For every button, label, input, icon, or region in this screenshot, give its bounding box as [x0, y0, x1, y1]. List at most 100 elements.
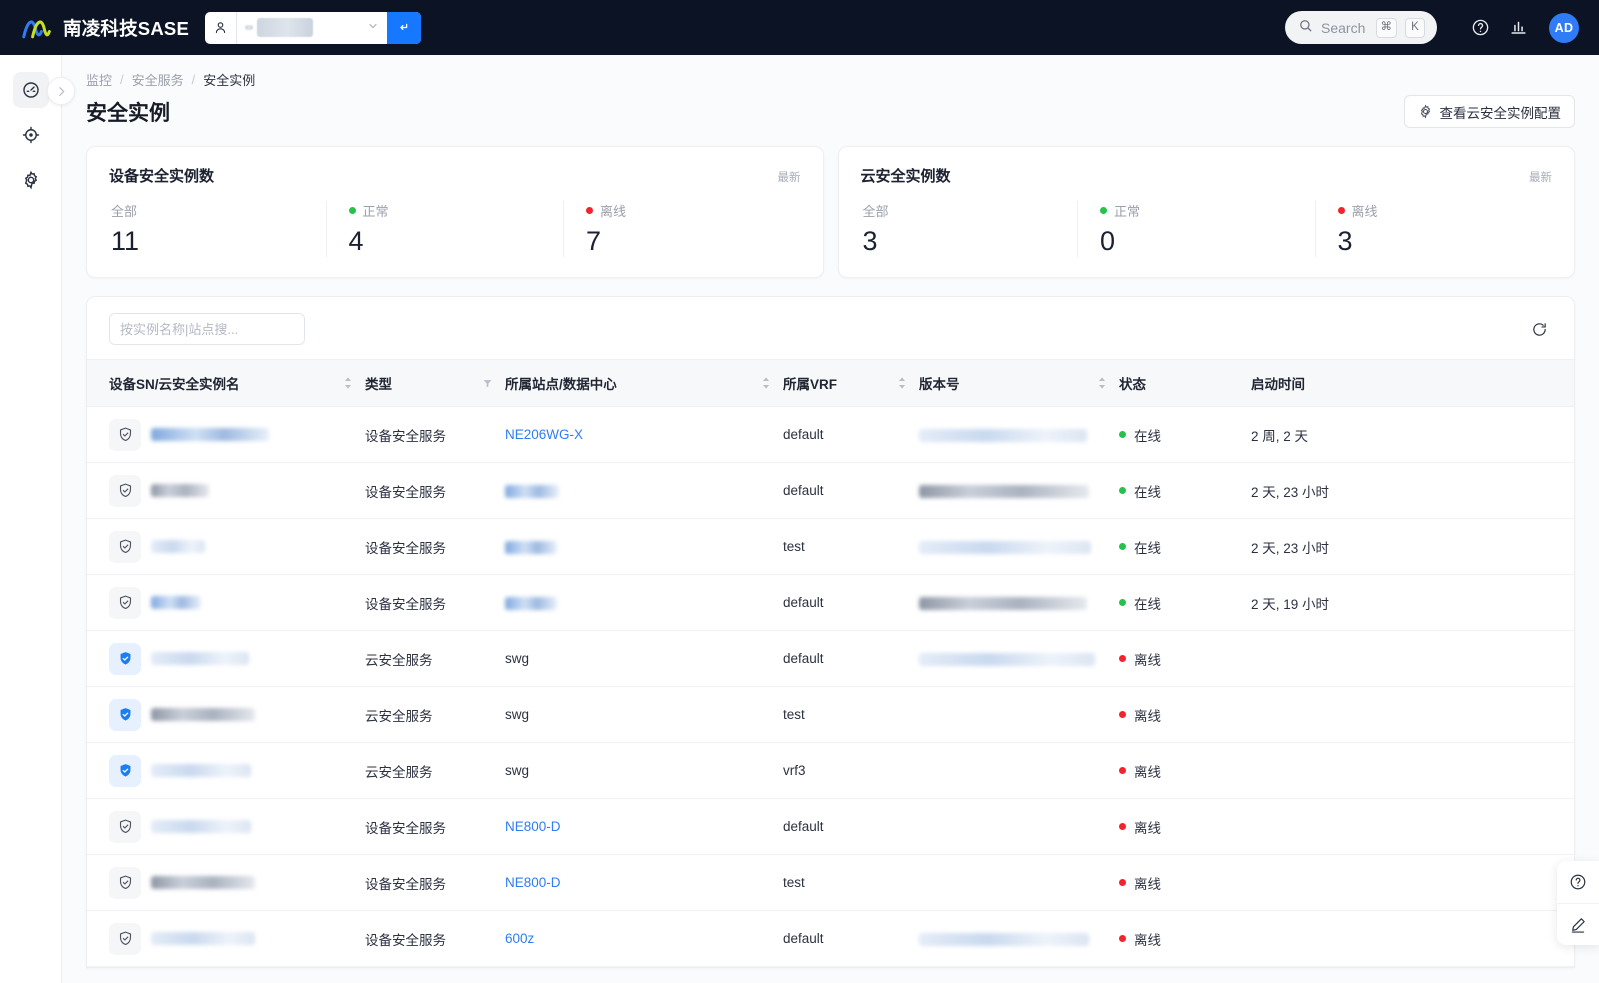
cell-status: 在线: [1119, 406, 1251, 464]
column-header-sn[interactable]: 设备SN/云安全实例名: [87, 359, 365, 408]
global-search[interactable]: Search ⌘ K: [1285, 11, 1437, 44]
table-row[interactable]: 设备安全服务 NE206WG-X default 在线 2 周, 2 天: [87, 406, 1574, 464]
version-redacted: [919, 652, 1095, 666]
card-badge: 最新: [1529, 172, 1552, 184]
question-circle-icon: [1570, 874, 1586, 890]
cell-site: 600z: [505, 910, 783, 968]
column-header-vrf[interactable]: 所属VRF: [783, 359, 919, 408]
cell-status: 离线: [1119, 798, 1251, 856]
metric-label: 正常: [348, 201, 564, 220]
cell-version: [919, 686, 1119, 744]
cell-type: 设备安全服务: [365, 854, 505, 912]
metric-label-text: 全部: [862, 204, 889, 219]
vrf-name: default: [783, 819, 824, 835]
table-toolbar: [87, 297, 1574, 359]
table-row[interactable]: 设备安全服务 NE800-D default 离线: [87, 798, 1574, 856]
cell-vrf: default: [783, 574, 919, 632]
card-metrics: 全部 3 正常 0 离线 3: [861, 201, 1553, 258]
metric-value: 11: [111, 226, 140, 256]
site-name-redacted[interactable]: [505, 540, 557, 554]
service-type: 云安全服务: [365, 764, 433, 780]
site-name[interactable]: NE800-D: [505, 875, 561, 890]
table-row[interactable]: 设备安全服务 test 在线 2 天, 23 小时: [87, 518, 1574, 576]
version-redacted: [919, 596, 1087, 610]
column-label: 启动时间: [1251, 377, 1305, 393]
table-row[interactable]: 设备安全服务 600z default 离线: [87, 910, 1574, 968]
breadcrumb-item-0[interactable]: 监控: [86, 70, 112, 89]
uptime: 2 周, 2 天: [1251, 428, 1309, 444]
cell-vrf: test: [783, 854, 919, 912]
shield-filled-icon: [120, 764, 130, 777]
cell-uptime: [1251, 742, 1574, 800]
table-row[interactable]: 设备安全服务 default 在线 2 天, 23 小时: [87, 462, 1574, 520]
search-input[interactable]: [110, 314, 304, 345]
sort-icon[interactable]: [1097, 376, 1107, 390]
cell-version: [919, 854, 1119, 912]
column-label: 所属站点/数据中心: [505, 377, 617, 393]
instance-name-redacted: [151, 652, 249, 666]
brand[interactable]: 南凌科技SASE: [22, 15, 189, 41]
instance-name-redacted: [151, 876, 255, 890]
table-row[interactable]: 设备安全服务 NE800-D test 离线: [87, 854, 1574, 912]
card-title: 云安全实例数: [860, 168, 951, 185]
site-name[interactable]: 600z: [505, 931, 534, 946]
instance-type-icon: [109, 418, 141, 451]
metric-label: 正常: [1100, 201, 1315, 220]
status-dot: [1119, 487, 1126, 495]
cell-type: 设备安全服务: [365, 406, 505, 464]
gear-icon: [24, 170, 37, 190]
tenant-value[interactable]: [237, 12, 387, 44]
cell-site: [505, 518, 783, 576]
dock-help-button[interactable]: [1557, 861, 1599, 903]
column-header-site[interactable]: 所属站点/数据中心: [505, 359, 783, 408]
service-type: 云安全服务: [365, 652, 433, 668]
cell-version: [919, 406, 1119, 464]
site-name-redacted[interactable]: [505, 596, 557, 610]
sidebar-expand-toggle[interactable]: [47, 77, 75, 105]
metric-label: 全部: [863, 201, 1078, 220]
kbd-command: ⌘: [1375, 17, 1397, 38]
tenant-selector[interactable]: [204, 11, 421, 44]
reports-button[interactable]: [1501, 11, 1535, 45]
column-header-type[interactable]: 类型: [365, 359, 505, 408]
table-row[interactable]: 设备安全服务 default 在线 2 天, 19 小时: [87, 574, 1574, 632]
filter-icon[interactable]: [482, 378, 493, 389]
top-navigation-bar: 南凌科技SASE Search ⌘ K AD: [0, 0, 1599, 55]
instance-search[interactable]: [109, 313, 305, 346]
cell-sn: [87, 574, 365, 632]
status-dot: [1119, 431, 1126, 439]
help-button[interactable]: [1463, 11, 1497, 45]
metric-label-text: 离线: [600, 204, 627, 219]
refresh-button[interactable]: [1524, 314, 1554, 344]
sort-icon[interactable]: [343, 376, 353, 390]
page-header: 监控 / 安全服务 / 安全实例 安全实例 查看云安全实例配置: [62, 55, 1599, 128]
breadcrumb-item-1[interactable]: 安全服务: [132, 70, 184, 89]
metric-total: 全部 11: [109, 201, 326, 257]
site-name-redacted[interactable]: [505, 484, 559, 498]
status-label: 在线: [1134, 596, 1161, 612]
shield-check-icon: [119, 427, 131, 442]
shield-check-icon: [119, 875, 131, 890]
table-row[interactable]: 云安全服务 swg test 离线: [87, 686, 1574, 744]
site-name: swg: [505, 763, 530, 779]
tenant-enter-button[interactable]: [386, 11, 421, 44]
sort-icon[interactable]: [897, 376, 907, 390]
table-row[interactable]: 云安全服务 swg default 离线: [87, 630, 1574, 688]
service-type: 设备安全服务: [365, 820, 446, 836]
site-name[interactable]: NE800-D: [505, 819, 561, 834]
table-header-row: 设备SN/云安全实例名 类型 所属站点/数据中心 所属VRF 版本号 状态 启动…: [87, 359, 1574, 408]
cell-sn: [87, 798, 365, 856]
avatar[interactable]: AD: [1549, 12, 1579, 43]
sidebar-item-settings[interactable]: [13, 162, 49, 198]
site-name[interactable]: NE206WG-X: [505, 427, 583, 442]
sort-icon[interactable]: [761, 376, 771, 390]
cell-sn: [87, 406, 365, 464]
view-cloud-security-config-button[interactable]: 查看云安全实例配置: [1403, 95, 1575, 128]
sidebar-item-monitor[interactable]: [12, 72, 49, 108]
table-head: 设备SN/云安全实例名 类型 所属站点/数据中心 所属VRF 版本号 状态 启动…: [87, 359, 1574, 408]
sidebar-item-network[interactable]: [13, 117, 49, 153]
column-header-version[interactable]: 版本号: [919, 359, 1119, 408]
table-row[interactable]: 云安全服务 swg vrf3 离线: [87, 742, 1574, 800]
dock-feedback-button[interactable]: [1557, 903, 1599, 945]
vrf-name: default: [783, 483, 824, 499]
